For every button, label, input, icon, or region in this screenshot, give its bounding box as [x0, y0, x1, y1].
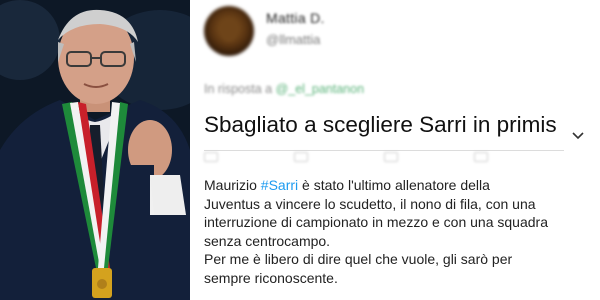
reply-context: In risposta a @_el_pantanon	[204, 82, 364, 96]
tweet-paragraph-1: Maurizio #Sarri è stato l'ultimo allenat…	[204, 176, 599, 250]
tweet-actions	[204, 152, 594, 166]
retweet-icon[interactable]	[294, 152, 308, 162]
reply-icon[interactable]	[204, 152, 218, 162]
hashtag-link[interactable]: #Sarri	[261, 177, 298, 193]
tweet-card: Mattia D. @llmattia In risposta a @_el_p…	[194, 0, 600, 300]
coach-photo-illustration	[0, 0, 190, 300]
tweet-body: Maurizio #Sarri è stato l'ultimo allenat…	[204, 176, 599, 287]
avatar-face	[220, 18, 238, 42]
share-icon[interactable]	[474, 152, 488, 162]
tweet-headline: Sbagliato a scegliere Sarri in primis	[204, 112, 557, 137]
author-name[interactable]: Mattia D.	[266, 10, 325, 26]
author-handle[interactable]: @llmattia	[266, 32, 320, 47]
avatar[interactable]	[204, 6, 254, 56]
coach-photo	[0, 0, 190, 300]
body-text-start: Maurizio	[204, 177, 261, 193]
reply-prefix: In risposta a	[204, 82, 273, 96]
divider-line	[204, 150, 564, 151]
tweet-paragraph-2: Per me è libero di dire quel che vuole, …	[204, 251, 513, 286]
like-icon[interactable]	[384, 152, 398, 162]
chevron-down-icon[interactable]	[572, 132, 584, 140]
reply-mention-link[interactable]: @_el_pantanon	[276, 82, 364, 96]
